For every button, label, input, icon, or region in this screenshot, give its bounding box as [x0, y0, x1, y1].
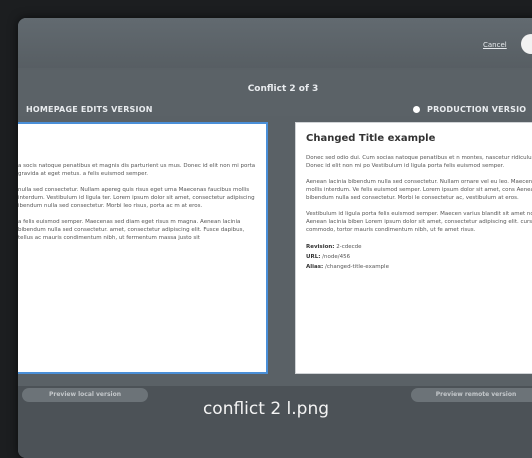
- remote-paragraph: Vestibulum id ligula porta felis euismod…: [306, 211, 532, 233]
- remote-version-option[interactable]: PRODUCTION VERSIO: [413, 105, 526, 114]
- remote-paragraph: Donec sed odio dui. Cum socias natoque p…: [306, 155, 532, 169]
- remote-paragraph: Aenean lacinia bibendum nulla sed consec…: [306, 179, 532, 201]
- conflict-dialog: Cancel Conflict 2 of 3 HOMEPAGE EDITS VE…: [18, 18, 532, 458]
- remote-version-label: PRODUCTION VERSIO: [427, 105, 527, 114]
- revision-meta: Revision: 2-cdecde: [306, 242, 532, 252]
- alias-meta: Alias: /changed-title-example: [306, 262, 532, 272]
- alias-value: /changed-title-example: [324, 264, 389, 270]
- url-meta: URL: /node/456: [306, 252, 532, 262]
- local-paragraph: a felis euismod semper. Maecenas sed dia…: [18, 219, 245, 241]
- radio-selected-icon[interactable]: [413, 106, 420, 113]
- conflict-counter: Conflict 2 of 3: [247, 84, 319, 94]
- file-caption: conflict 2 l.png: [202, 399, 330, 419]
- local-paragraph: a socis natoque penatibus et magnis dis …: [18, 163, 256, 177]
- revision-label: Revision:: [306, 244, 335, 250]
- cancel-link[interactable]: Cancel: [483, 41, 507, 49]
- url-label: URL:: [306, 254, 321, 260]
- url-value: /node/456: [322, 254, 351, 260]
- local-version-panel[interactable]: a socis natoque penatibus et magnis dis …: [18, 122, 268, 374]
- top-bar: [18, 18, 532, 68]
- revision-value: 2-cdecde: [336, 244, 362, 250]
- alias-label: Alias:: [306, 264, 324, 270]
- local-version-label[interactable]: HOMEPAGE EDITS VERSION: [26, 105, 153, 114]
- remote-title: Changed Title example: [306, 133, 436, 144]
- local-paragraph: nulla sed consectetur. Nullam apereg qui…: [18, 187, 255, 209]
- remote-version-panel[interactable]: Changed Title example Donec sed odio dui…: [295, 122, 532, 374]
